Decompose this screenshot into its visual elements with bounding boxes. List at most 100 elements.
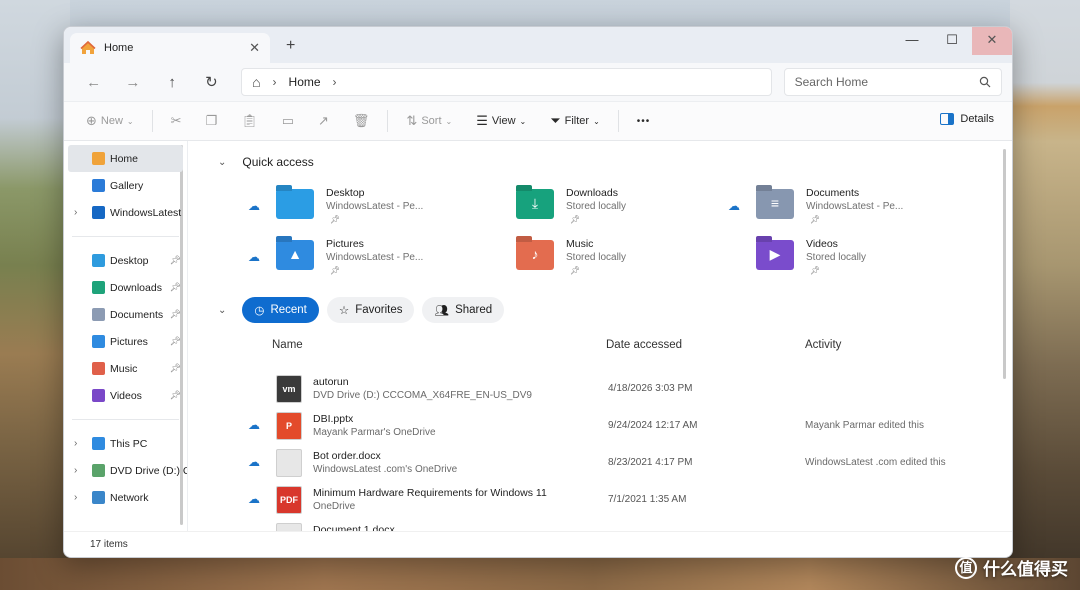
file-location: Mayank Parmar's OneDrive [313, 427, 436, 438]
plus-circle-icon: ⊕ [86, 113, 97, 128]
sidebar-item-network[interactable]: › Network [64, 484, 187, 511]
delete-button[interactable]: 🗑︎ [343, 107, 380, 135]
up-arrow-icon[interactable]: ↑ [153, 74, 192, 91]
sidebar-item-pictures[interactable]: Pictures 📌︎ [64, 328, 187, 355]
quick-access-downloads[interactable]: ⤓ Downloads Stored locally 📌︎ [488, 187, 708, 235]
quick-access-title: Quick access [242, 155, 314, 169]
new-button[interactable]: ⊕ New ⌄ [76, 107, 144, 135]
quick-access-music[interactable]: ♪ Music Stored locally 📌︎ [488, 238, 708, 286]
sidebar-item-videos[interactable]: Videos 📌︎ [64, 382, 187, 409]
sidebar-item-desktop[interactable]: Desktop 📌︎ [64, 247, 187, 274]
sidebar-item-music[interactable]: Music 📌︎ [64, 355, 187, 382]
desktop-wallpaper-bottom [0, 558, 1080, 590]
folder-glyph-icon: ♪ [531, 246, 539, 262]
folder-name: Documents [806, 187, 860, 199]
quick-access-videos[interactable]: ▶ Videos Stored locally 📌︎ [728, 238, 948, 286]
sidebar-item-downloads[interactable]: Downloads 📌︎ [64, 274, 187, 301]
title-bar: Home ✕ + — ☐ ✕ [64, 27, 1012, 63]
folder-location: WindowsLatest - Pe... [806, 201, 904, 212]
expand-chevron-icon[interactable]: › [74, 465, 77, 476]
expand-chevron-icon[interactable]: › [74, 207, 77, 218]
file-location: DVD Drive (D:) CCCOMA_X64FRE_EN-US_DV9 [313, 390, 532, 401]
close-tab-icon[interactable]: ✕ [249, 40, 260, 56]
sidebar-item-home[interactable]: Home [68, 145, 183, 172]
paste-button[interactable]: 📋︎ [231, 107, 268, 135]
forward-arrow-icon[interactable]: → [113, 74, 152, 91]
file-name: Document 1.docx [313, 524, 395, 531]
sidebar-item-gallery[interactable]: Gallery [64, 172, 187, 199]
view-button[interactable]: ☰ View ⌄ [466, 107, 536, 135]
details-pane-icon [940, 113, 955, 125]
search-input[interactable]: Search Home [783, 68, 1002, 96]
file-location: OneDrive [313, 501, 356, 512]
share-button[interactable]: ↗ [308, 107, 339, 135]
more-options-button[interactable]: ••• [627, 107, 661, 135]
sidebar-item-label: Gallery [110, 179, 144, 192]
quick-access-header[interactable]: ⌄ Quick access [218, 155, 314, 169]
minimize-button[interactable]: — [892, 27, 932, 55]
shared-tab[interactable]: 👥︎ Shared [422, 297, 505, 323]
maximize-button[interactable]: ☐ [932, 27, 972, 55]
tab-label: Home [104, 42, 134, 54]
sidebar-item-label: Network [110, 491, 149, 504]
sidebar-item-this[interactable]: › This PC [64, 430, 187, 457]
filter-button[interactable]: ⏷ Filter ⌄ [540, 107, 610, 135]
chevron-down-icon[interactable]: ⌄ [218, 305, 226, 316]
details-pane-button[interactable]: Details [940, 113, 994, 125]
scissors-icon: ✂ [170, 113, 182, 128]
address-bar: ← → ↑ ↻ ⌂ › Home › Search Home [64, 63, 1012, 101]
expand-chevron-icon[interactable]: › [74, 492, 77, 503]
pin-icon: 📌︎ [810, 215, 821, 224]
table-row[interactable]: ☁︎ Bot order.docx WindowsLatest .com's One… [196, 445, 1008, 481]
tab-home[interactable]: Home ✕ [70, 33, 270, 63]
watermark-text: 什么值得买 [983, 560, 1068, 579]
expand-chevron-icon[interactable]: › [74, 438, 77, 449]
pin-icon: 📌︎ [169, 336, 181, 346]
folder-icon: ♪ [516, 240, 554, 270]
sidebar-item-windowslatest[interactable]: › WindowsLatest [64, 199, 187, 226]
close-window-button[interactable]: ✕ [972, 27, 1012, 55]
rename-button[interactable]: ▭ [272, 107, 304, 135]
home-icon [80, 40, 96, 54]
rename-icon: ▭ [281, 113, 294, 128]
pin-icon: 📌︎ [330, 266, 341, 275]
quick-access-desktop[interactable]: ☁︎ Desktop WindowsLatest - Pe... 📌︎ [248, 187, 468, 235]
table-row[interactable]: ☁︎ P DBI.pptx Mayank Parmar's OneDrive 9/24/… [196, 408, 1008, 444]
breadcrumb-home[interactable]: Home [289, 75, 321, 89]
quick-access-documents[interactable]: ☁︎ ≡ Documents WindowsLatest - Pe... 📌︎ [728, 187, 948, 235]
pin-icon: 📌︎ [810, 266, 821, 275]
back-arrow-icon[interactable]: ← [74, 74, 113, 91]
breadcrumb[interactable]: ⌂ › Home › [241, 68, 772, 96]
divider [151, 110, 153, 132]
new-tab-button[interactable]: + [286, 37, 295, 55]
pin-icon: 📌︎ [169, 309, 181, 319]
music-icon [92, 362, 105, 375]
sort-button[interactable]: ⇅ Sort ⌄ [396, 107, 462, 135]
folder-name: Music [566, 238, 594, 250]
favorites-tab[interactable]: ☆ Favorites [326, 297, 415, 323]
sidebar-item-documents[interactable]: Documents 📌︎ [64, 301, 187, 328]
column-name[interactable]: Name [272, 339, 303, 351]
copy-button[interactable]: ❐ [196, 107, 228, 135]
quick-access-pictures[interactable]: ☁︎ ▲ Pictures WindowsLatest - Pe... 📌︎ [248, 238, 468, 286]
column-date-accessed[interactable]: Date accessed [606, 339, 682, 351]
pin-icon: 📌︎ [169, 390, 181, 400]
chevron-down-icon[interactable]: ⌄ [218, 157, 226, 168]
column-activity[interactable]: Activity [805, 339, 841, 351]
chevron-right-icon: › [272, 75, 277, 89]
pin-icon: 📌︎ [169, 255, 181, 265]
sidebar-item-dvd[interactable]: › DVD Drive (D:) C [64, 457, 187, 484]
recent-tab[interactable]: ◷ Recent [242, 297, 319, 323]
sidebar-item-label: Pictures [110, 335, 148, 348]
table-row[interactable]: ☁︎ PDF Minimum Hardware Requirements for W… [196, 482, 1008, 518]
home-breadcrumb-icon[interactable]: ⌂ [252, 74, 260, 90]
refresh-icon[interactable]: ↻ [192, 73, 231, 91]
folder-location: Stored locally [806, 252, 867, 263]
table-row[interactable]: ☁︎Document 1.docx3/8/2021 1:31 AMWindows… [196, 519, 1008, 531]
home-icon [92, 152, 105, 165]
folder-glyph-icon: ≡ [770, 195, 780, 211]
chevron-right-icon[interactable]: › [333, 75, 337, 89]
sidebar-item-label: Videos [110, 389, 142, 402]
cut-button[interactable]: ✂ [161, 107, 192, 135]
table-row[interactable]: vm autorun DVD Drive (D:) CCCOMA_X64FRE_EN… [196, 371, 1008, 407]
